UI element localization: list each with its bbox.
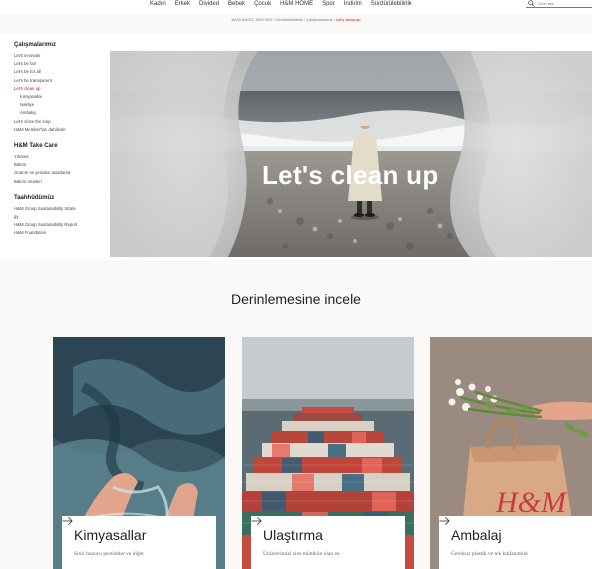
nav-item-cocuk[interactable]: Çocuk xyxy=(254,1,271,7)
breadcrumb-our-work[interactable]: Çalışmalarımız xyxy=(306,17,333,22)
sidebar-section-title[interactable]: H&M Take Care xyxy=(14,143,109,149)
sidebar: Çalışmalarımız Let's innovate Let's be f… xyxy=(14,42,109,238)
sidebar-section-commitment: Taahhüdümüz H&M Group Sustainability Str… xyxy=(14,195,109,238)
sidebar-item-bakim[interactable]: Bakım xyxy=(14,161,109,169)
nav-item-kadin[interactable]: Kadın xyxy=(150,1,166,7)
sidebar-item-sustainability-strategy-cont[interactable]: gy xyxy=(14,213,109,221)
sidebar-item-sustainability-strategy[interactable]: H&M Group Sustainability Strate xyxy=(14,205,109,213)
hero-image xyxy=(110,51,592,257)
top-navigation: Kadın Erkek Divided Bebek Çocuk H&M HOME… xyxy=(0,0,592,14)
sidebar-subitem-ambalaj[interactable]: Ambalaj xyxy=(14,109,109,117)
card-description: Gereksiz plastik ve tek kullanımlık xyxy=(451,551,528,557)
card-description: Ürünlerimizi size mümkün olan en xyxy=(263,551,340,557)
sidebar-item-yikama[interactable]: Yıkama xyxy=(14,153,109,161)
nav-item-divided[interactable]: Divided xyxy=(199,1,219,7)
hero-title: Let's clean up xyxy=(262,160,439,190)
sidebar-item-lets-be-for-all[interactable]: Let's be for all xyxy=(14,68,109,76)
sidebar-subitem-kimyasallar[interactable]: Kimyasallar xyxy=(14,93,109,101)
nav-item-hm-home[interactable]: H&M HOME xyxy=(280,1,313,7)
nav-item-indirim[interactable]: İndirim xyxy=(344,1,362,7)
nav-item-bebek[interactable]: Bebek xyxy=(228,1,245,7)
card-kimyasallar[interactable]: Kimyasallar Sinir bozucu pestisitler ve … xyxy=(53,337,225,569)
section-title: Derinlemesine incele xyxy=(231,291,361,307)
sidebar-section-take-care: H&M Take Care Yıkama Bakım Onarım ve yen… xyxy=(14,143,109,186)
sidebar-item-sustainability-report[interactable]: H&M Group Sustainability Report xyxy=(14,221,109,229)
sidebar-item-lets-be-transparent[interactable]: Let's be transparent xyxy=(14,77,109,85)
sidebar-item-lets-be-fair[interactable]: Let's be fair xyxy=(14,60,109,68)
card-description: Sinir bozucu pestisitler ve diğer xyxy=(74,551,144,557)
breadcrumb-current: Let's clean up xyxy=(335,17,361,22)
arrow-right-icon[interactable] xyxy=(439,516,450,526)
search-box[interactable] xyxy=(526,0,592,8)
sidebar-section-title[interactable]: Taahhüdümüz xyxy=(14,195,109,201)
sidebar-item-hm-foundation[interactable]: H&M Foundation xyxy=(14,229,109,237)
card-caption: Kimyasallar Sinir bozucu pestisitler ve … xyxy=(62,516,216,569)
sidebar-section-title[interactable]: Çalışmalarımız xyxy=(14,42,109,48)
arrow-right-icon[interactable] xyxy=(62,516,73,526)
sidebar-item-onarim[interactable]: Onarım ve yeniden tasarlama xyxy=(14,169,109,177)
card-caption: Ulaştırma Ürünlerimizi size mümkün olan … xyxy=(251,516,405,569)
card-title: Kimyasallar xyxy=(74,527,147,543)
search-input[interactable] xyxy=(538,0,588,7)
main-menu: Kadın Erkek Divided Bebek Çocuk H&M HOME… xyxy=(150,1,412,7)
nav-item-erkek[interactable]: Erkek xyxy=(175,1,190,7)
sidebar-item-bakim-urunleri[interactable]: Bakım ürünleri xyxy=(14,178,109,186)
breadcrumb: BAŞLANGIÇ SAYFASI / Sürdürülebilirlik / … xyxy=(0,17,592,22)
sidebar-item-lets-innovate[interactable]: Let's innovate xyxy=(14,52,109,60)
card-caption: Ambalaj Gereksiz plastik ve tek kullanım… xyxy=(439,516,592,569)
sidebar-item-hm-members[interactable]: H&M Member'ları dahilinde xyxy=(14,126,109,134)
breadcrumb-sustainability[interactable]: Sürdürülebilirlik xyxy=(275,17,302,22)
arrow-right-icon[interactable] xyxy=(251,516,262,526)
card-ambalaj[interactable]: H&M Ambalaj Gereksiz plastik ve tek kull… xyxy=(430,337,592,569)
card-ulastirma[interactable]: Ulaştırma Ürünlerimizi size mümkün olan … xyxy=(242,337,414,569)
sidebar-item-lets-clean-up[interactable]: Let's clean up xyxy=(14,85,109,93)
nav-item-spor[interactable]: Spor xyxy=(322,1,335,7)
nav-item-surdurulebilirlik[interactable]: Sürdürülebilirlik xyxy=(371,1,412,7)
card-title: Ulaştırma xyxy=(263,527,323,543)
deep-dive-section: Derinlemesine incele Kimyasallar Sinir b… xyxy=(0,264,592,569)
sidebar-item-lets-close-the-loop[interactable]: Let's close the loop xyxy=(14,118,109,126)
sidebar-section-work: Çalışmalarımız Let's innovate Let's be f… xyxy=(14,42,109,134)
search-icon[interactable] xyxy=(528,0,535,7)
hero-banner: Let's clean up xyxy=(110,51,592,257)
sidebar-subitem-nakliye[interactable]: Nakliye xyxy=(14,101,109,109)
breadcrumb-home[interactable]: BAŞLANGIÇ SAYFASI xyxy=(232,17,272,22)
card-title: Ambalaj xyxy=(451,527,502,543)
svg-text:H&M: H&M xyxy=(495,486,568,519)
